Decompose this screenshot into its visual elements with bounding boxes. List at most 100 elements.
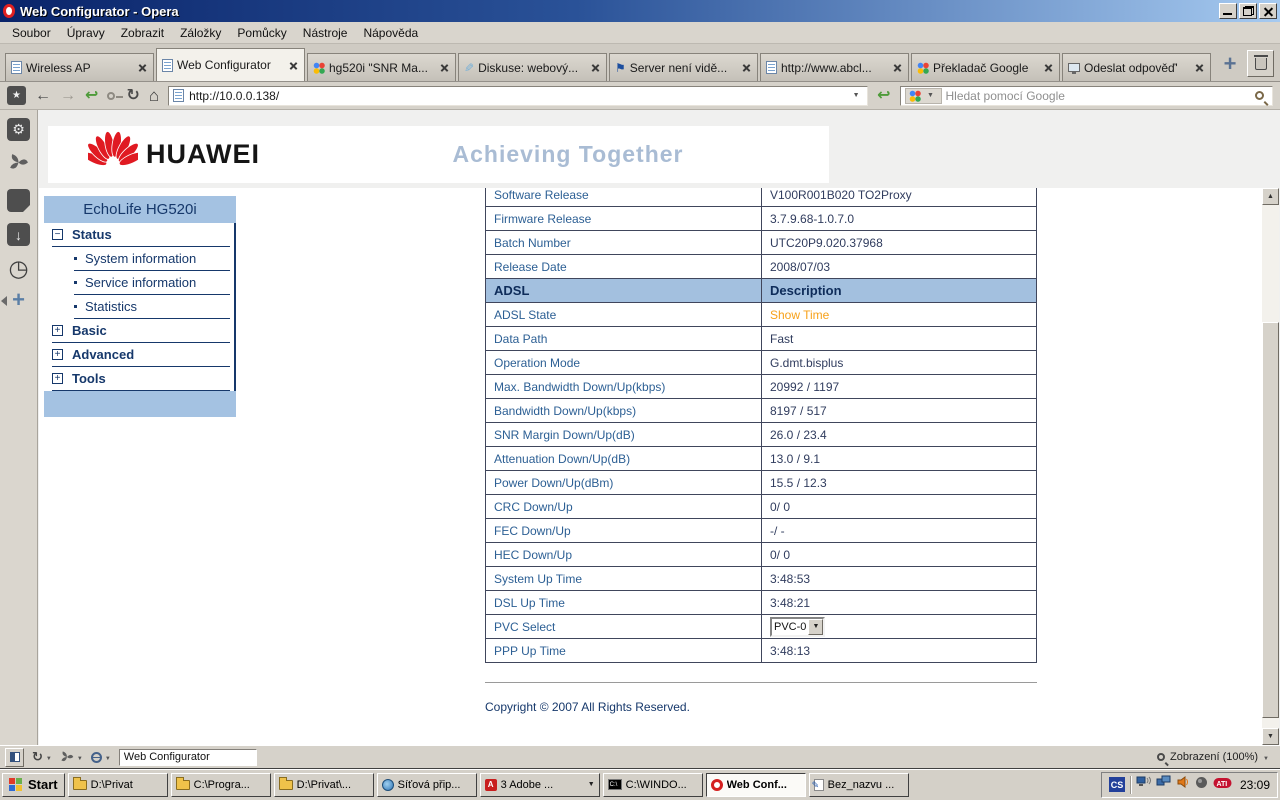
close-icon bbox=[1263, 6, 1274, 17]
language-badge[interactable]: CS bbox=[1108, 777, 1125, 792]
tab-close-icon[interactable] bbox=[590, 62, 601, 73]
table-row: Firmware Release 3.7.9.68-1.0.7.0 bbox=[485, 206, 1037, 231]
history-clock-icon[interactable] bbox=[8, 257, 28, 279]
expand-box-icon[interactable] bbox=[52, 373, 63, 384]
home-button[interactable] bbox=[149, 87, 159, 105]
tab-close-icon[interactable] bbox=[137, 62, 148, 73]
menu-item-zobrazit[interactable]: Zobrazit bbox=[113, 24, 172, 42]
nav-item-basic[interactable]: Basic bbox=[52, 319, 230, 343]
tab-odeslat-odpoved[interactable]: Odeslat odpověď' bbox=[1062, 53, 1211, 81]
nav-item-tools[interactable]: Tools bbox=[52, 367, 230, 391]
add-panel-icon[interactable] bbox=[12, 290, 25, 310]
vertical-scrollbar[interactable] bbox=[1262, 188, 1279, 745]
status-page-title-field[interactable] bbox=[118, 748, 257, 766]
taskbar-button-d-privat2[interactable]: D:\Privat\... bbox=[273, 772, 374, 797]
tab-close-icon[interactable] bbox=[1194, 62, 1205, 73]
notes-icon[interactable] bbox=[7, 189, 30, 212]
brand-slogan: Achieving Together bbox=[452, 141, 684, 167]
reload-button[interactable] bbox=[126, 88, 139, 104]
tab-prekladac-google[interactable]: Překladač Google bbox=[911, 53, 1060, 81]
close-button[interactable] bbox=[1259, 3, 1277, 19]
tab-web-configurator[interactable]: Web Configurator bbox=[156, 48, 305, 81]
tab-close-icon[interactable] bbox=[892, 62, 903, 73]
expand-box-icon[interactable] bbox=[52, 325, 63, 336]
taskbar-button-web-configurator[interactable]: Web Conf... bbox=[705, 772, 806, 797]
tab-server-neni[interactable]: Server není vidě... bbox=[609, 53, 758, 81]
minimize-button[interactable] bbox=[1219, 3, 1237, 19]
ati-icon[interactable]: ATI bbox=[1213, 776, 1232, 794]
tab-close-icon[interactable] bbox=[288, 60, 299, 71]
menu-item-zalozky[interactable]: Záložky bbox=[172, 24, 229, 42]
downloads-icon[interactable] bbox=[7, 223, 30, 246]
tab-close-icon[interactable] bbox=[439, 62, 450, 73]
rewind-button[interactable] bbox=[85, 88, 98, 104]
collapse-box-icon[interactable] bbox=[52, 229, 63, 240]
panel-collapse-arrow[interactable] bbox=[1, 296, 7, 306]
search-box[interactable] bbox=[899, 85, 1273, 106]
unite-swirl-icon[interactable] bbox=[8, 152, 29, 178]
url-input[interactable] bbox=[189, 88, 845, 103]
restore-button[interactable] bbox=[1239, 3, 1257, 19]
nav-item-system-information[interactable]: System information bbox=[74, 247, 230, 271]
unite-menu-button[interactable] bbox=[60, 750, 83, 764]
opera-icon bbox=[710, 778, 723, 791]
nav-footer bbox=[44, 391, 236, 417]
taskbar-button-c-progra[interactable]: C:\Progra... bbox=[170, 772, 271, 797]
menu-item-soubor[interactable]: Soubor bbox=[4, 24, 59, 42]
panels-toggle-button[interactable] bbox=[7, 86, 26, 105]
tab-close-icon[interactable] bbox=[1043, 62, 1054, 73]
page-icon bbox=[173, 89, 185, 102]
new-tab-button[interactable] bbox=[1217, 51, 1243, 77]
volume-speaker-icon[interactable] bbox=[1176, 775, 1190, 794]
tab-close-icon[interactable] bbox=[741, 62, 752, 73]
menu-item-pomucky[interactable]: Pomůcky bbox=[229, 24, 294, 42]
chevron-down-icon[interactable] bbox=[808, 618, 824, 635]
google-icon bbox=[313, 61, 325, 74]
bullet-icon bbox=[74, 305, 77, 308]
gear-icon[interactable] bbox=[7, 118, 30, 141]
turbo-menu-button[interactable] bbox=[90, 751, 111, 763]
search-icon[interactable] bbox=[1255, 91, 1264, 100]
back-button[interactable] bbox=[35, 88, 51, 104]
address-field[interactable] bbox=[168, 85, 869, 106]
tab-www-abcl[interactable]: http://www.abcl... bbox=[760, 53, 909, 81]
url-dropdown-icon[interactable] bbox=[849, 92, 863, 99]
scroll-up-button[interactable] bbox=[1262, 188, 1279, 205]
network-signal-icon[interactable] bbox=[1136, 775, 1151, 794]
panel-toggle-button[interactable] bbox=[5, 747, 24, 767]
pvc-select[interactable]: PVC-0 bbox=[770, 616, 826, 637]
search-input[interactable] bbox=[945, 88, 1251, 103]
tab-wireless-ap[interactable]: Wireless AP bbox=[5, 53, 154, 81]
fast-forward-button[interactable] bbox=[877, 88, 890, 104]
menu-item-upravy[interactable]: Úpravy bbox=[59, 24, 113, 42]
tab-hg520i-snr[interactable]: hg520i "SNR Ma... bbox=[307, 53, 456, 81]
nav-item-service-information[interactable]: Service information bbox=[74, 271, 230, 295]
device-round-icon[interactable] bbox=[1195, 776, 1208, 794]
key-icon[interactable] bbox=[107, 91, 124, 100]
sync-menu-button[interactable] bbox=[32, 749, 52, 765]
taskbar-button-bez-nazvu[interactable]: Bez_nazvu ... bbox=[808, 772, 909, 797]
taskbar-button-d-privat[interactable]: D:\Privat bbox=[67, 772, 168, 797]
nav-item-status[interactable]: Status bbox=[52, 223, 230, 247]
taskbar-button-c-windows[interactable]: C:\WINDO... bbox=[602, 772, 703, 797]
tab-diskuse-webovy[interactable]: Diskuse: webový... bbox=[458, 53, 607, 81]
closed-tabs-trash-button[interactable] bbox=[1247, 50, 1274, 77]
search-engine-selector[interactable] bbox=[904, 87, 942, 104]
taskbar-button-adobe-group[interactable]: 3 Adobe ... bbox=[479, 772, 600, 797]
scrollbar-thumb[interactable] bbox=[1262, 322, 1279, 718]
nav-item-advanced[interactable]: Advanced bbox=[52, 343, 230, 367]
menu-item-nastroje[interactable]: Nástroje bbox=[295, 24, 356, 42]
nav-item-statistics[interactable]: Statistics bbox=[74, 295, 230, 319]
table-row: Data Path Fast bbox=[485, 326, 1037, 351]
header-band: HUAWEI Achieving Together bbox=[48, 126, 829, 183]
zoom-label: Zobrazení (100%) bbox=[1170, 751, 1259, 763]
start-button[interactable]: Start bbox=[2, 772, 65, 797]
forward-button[interactable] bbox=[60, 88, 76, 104]
unite-swirl-icon bbox=[61, 751, 74, 762]
scroll-down-button[interactable] bbox=[1262, 728, 1279, 745]
menu-item-napoveda[interactable]: Nápověda bbox=[355, 24, 426, 42]
zoom-control[interactable]: Zobrazení (100%) bbox=[1157, 751, 1269, 763]
expand-box-icon[interactable] bbox=[52, 349, 63, 360]
taskbar-button-sitova-pripojeni[interactable]: Síťová přip... bbox=[376, 772, 477, 797]
lan-computers-icon[interactable] bbox=[1156, 775, 1171, 794]
